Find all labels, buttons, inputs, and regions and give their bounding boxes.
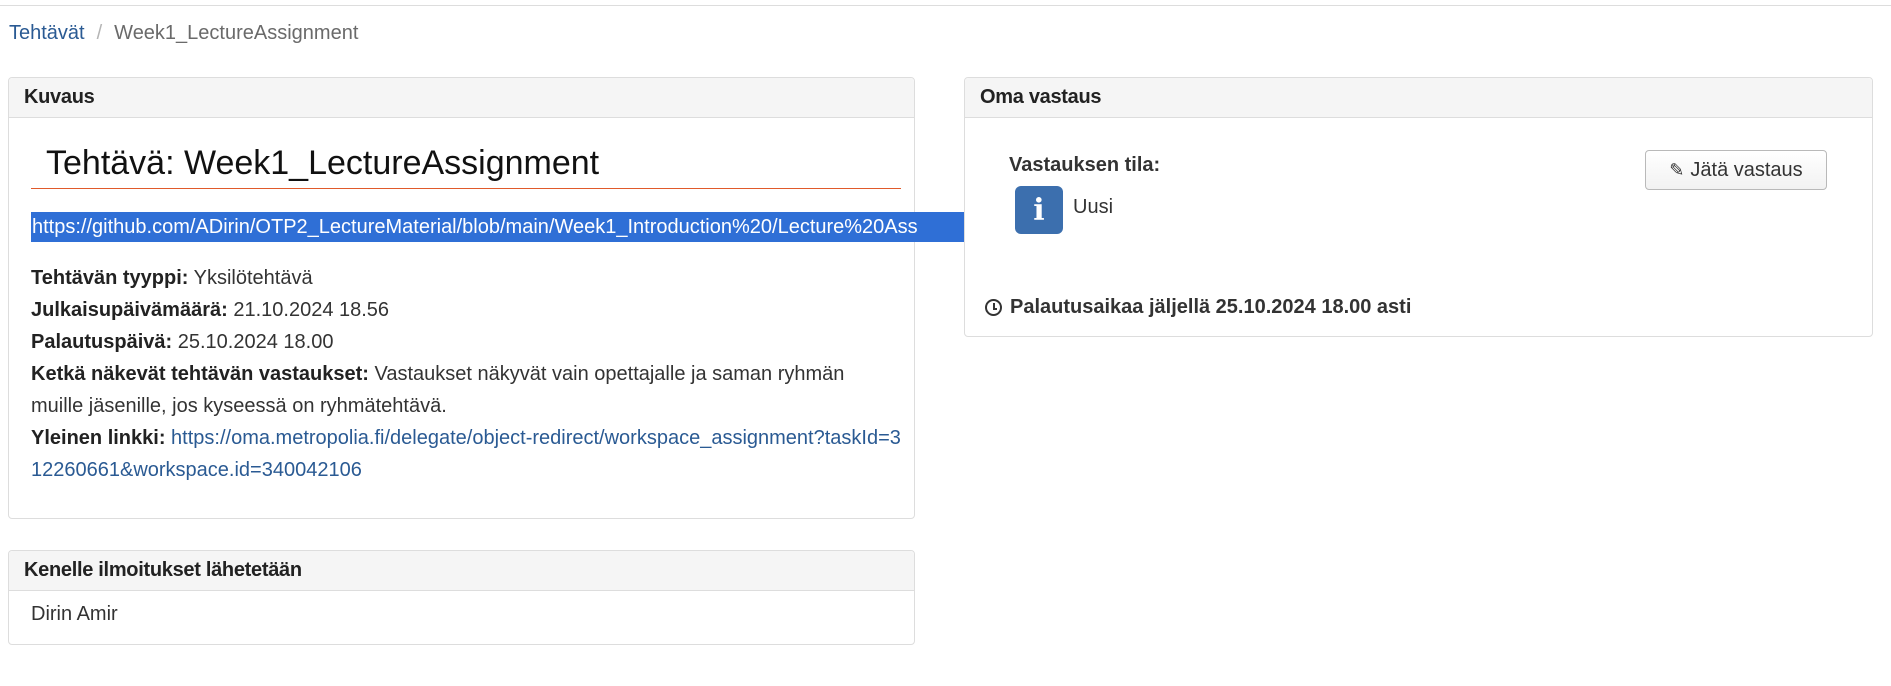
selected-description-link[interactable]: https://github.com/ADirin/OTP2_LectureMa… [31, 212, 972, 242]
answer-status-value: Uusi [1073, 196, 1114, 218]
due-date-label: Palautuspäivä: [31, 331, 173, 353]
description-panel: Kuvaus Tehtävä: Week1_LectureAssignment … [8, 77, 972, 519]
submit-answer-button[interactable]: ✎ Jätä vastaus [1645, 150, 1827, 190]
title-underline [31, 188, 901, 189]
notification-panel: Kenelle ilmoitukset lähetetään Dirin Ami… [8, 550, 915, 645]
breadcrumb-root-link[interactable]: Tehtävät [9, 22, 85, 45]
answer-panel: Oma vastaus Vastauksen tila: i Uusi ✎ Jä… [964, 77, 1873, 337]
breadcrumb: Tehtävät / Week1_LectureAssignment [9, 22, 358, 45]
task-metadata: Tehtävän tyyppi: Yksilötehtävä Julkaisup… [31, 262, 901, 486]
due-date-row: Palautuspäivä: 25.10.2024 18.00 [31, 326, 901, 358]
task-title: Tehtävä: Week1_LectureAssignment [46, 144, 600, 182]
due-date-value: 25.10.2024 18.00 [177, 331, 334, 353]
published-date-value: 21.10.2024 18.56 [233, 299, 390, 321]
top-divider [0, 5, 1891, 6]
clock-icon [985, 299, 1002, 316]
answer-visibility-label: Ketkä näkevät tehtävän vastaukset: [31, 363, 369, 385]
published-date-label: Julkaisupäivämäärä: [31, 299, 228, 321]
published-date-row: Julkaisupäivämäärä: 21.10.2024 18.56 [31, 294, 901, 326]
answer-visibility-row: Ketkä näkevät tehtävän vastaukset: Vasta… [31, 358, 901, 422]
notification-panel-heading: Kenelle ilmoitukset lähetetään [9, 551, 914, 591]
public-link-label: Yleinen linkki: [31, 427, 166, 449]
task-type-label: Tehtävän tyyppi: [31, 267, 189, 289]
description-panel-heading: Kuvaus [9, 78, 914, 118]
info-icon: i [1015, 186, 1063, 234]
task-type-value: Yksilötehtävä [193, 267, 313, 289]
task-type-row: Tehtävän tyyppi: Yksilötehtävä [31, 262, 901, 294]
deadline-info: Palautusaikaa jäljellä 25.10.2024 18.00 … [985, 296, 1411, 319]
submit-answer-label: Jätä vastaus [1690, 158, 1803, 181]
pencil-icon: ✎ [1669, 159, 1685, 180]
answer-status-label: Vastauksen tila: [1009, 154, 1161, 176]
deadline-text: Palautusaikaa jäljellä 25.10.2024 18.00 … [1010, 296, 1412, 318]
public-link-row: Yleinen linkki: https://oma.metropolia.f… [31, 422, 901, 486]
breadcrumb-separator: / [96, 22, 103, 44]
notification-recipient: Dirin Amir [31, 603, 118, 625]
answer-panel-heading: Oma vastaus [965, 78, 1872, 118]
breadcrumb-current: Week1_LectureAssignment [114, 22, 359, 44]
